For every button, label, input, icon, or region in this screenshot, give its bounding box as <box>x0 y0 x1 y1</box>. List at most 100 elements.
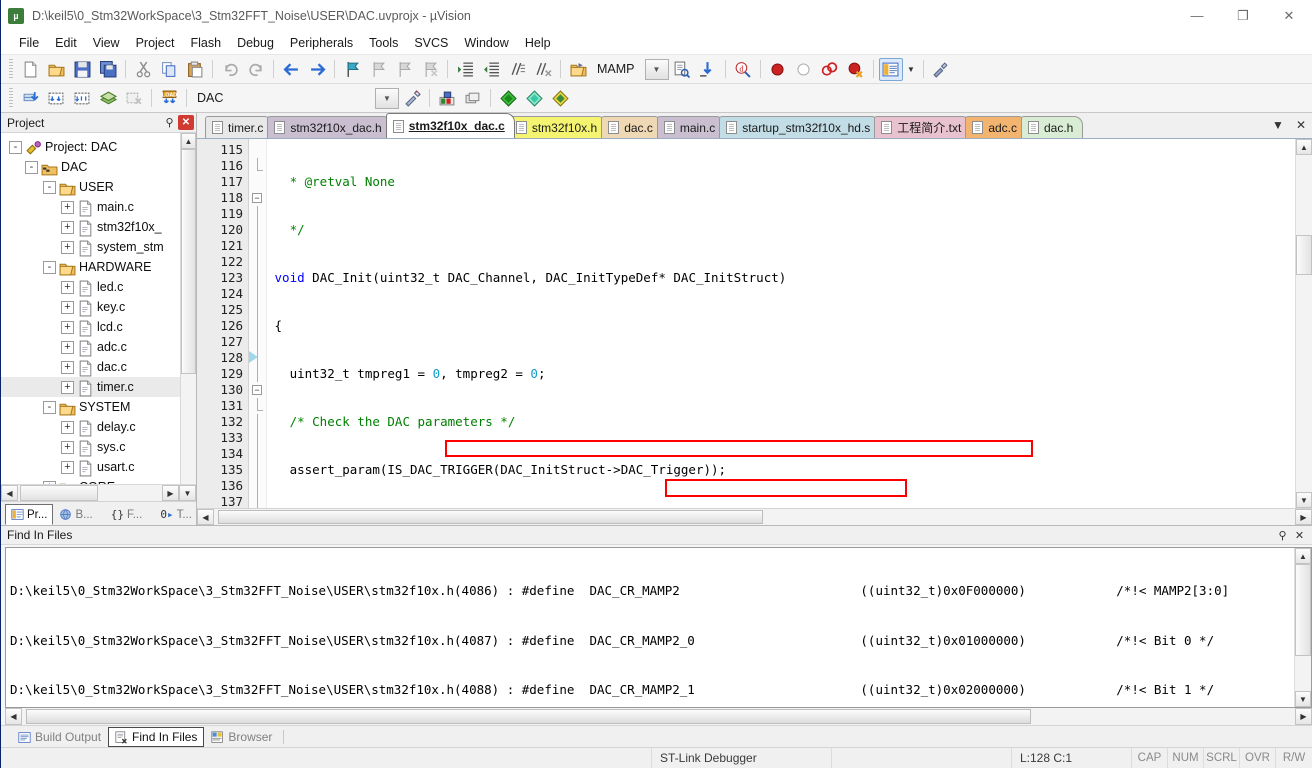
target-selector[interactable]: DAC <box>191 91 371 105</box>
scroll-left-arrow-icon[interactable]: ◀ <box>5 708 22 725</box>
bookmark-clear-icon[interactable] <box>418 58 442 81</box>
tree-node-file-sys-c[interactable]: + sys.c <box>1 437 180 457</box>
tree-node-file-main-c[interactable]: + main.c <box>1 197 180 217</box>
close-icon[interactable]: ✕ <box>1291 527 1308 544</box>
code-folding-gutter[interactable]: − − <box>249 139 267 508</box>
scroll-left-arrow-icon[interactable]: ◀ <box>1 485 18 501</box>
editor-tab-startup-stm32f10x-hd-s[interactable]: startup_stm32f10x_hd.s <box>719 116 881 138</box>
find-results-horizontal-scrollbar[interactable]: ◀ ▶ <box>5 708 1312 725</box>
menu-file[interactable]: File <box>11 33 47 53</box>
scroll-thumb[interactable] <box>20 485 98 501</box>
scroll-track[interactable] <box>1296 155 1312 492</box>
bookmark-prev-icon[interactable] <box>366 58 390 81</box>
breakpoint-clear-icon[interactable] <box>818 58 842 81</box>
project-pane-tab-books[interactable]: B... <box>53 504 98 525</box>
close-icon[interactable]: ✕ <box>178 115 194 130</box>
scroll-right-arrow-icon[interactable]: ▶ <box>162 485 179 501</box>
manage-project-items-icon[interactable] <box>400 87 424 110</box>
project-tree-vertical-scrollbar[interactable]: ▲ <box>180 133 196 484</box>
target-options-icon[interactable] <box>435 87 459 110</box>
expander-icon[interactable]: - <box>25 160 38 174</box>
tree-node-target-dac[interactable]: - DAC <box>1 157 180 177</box>
editor-tab-project-intro-txt[interactable]: 工程简介.txt <box>874 116 972 138</box>
scroll-right-arrow-icon[interactable]: ▶ <box>1295 509 1312 525</box>
find-result-row[interactable]: D:\keil5\0_Stm32WorkSpace\3_Stm32FFT_Noi… <box>10 633 1294 650</box>
menu-edit[interactable]: Edit <box>47 33 85 53</box>
tree-node-group-hardware[interactable]: - HARDWARE <box>1 257 180 277</box>
code-region[interactable]: 115 116 117 118 119 120 121 122 123 124 … <box>197 139 1312 508</box>
open-folder-icon[interactable] <box>566 58 590 81</box>
menu-flash[interactable]: Flash <box>182 33 229 53</box>
search-history-dropdown[interactable]: ▼ <box>644 58 669 80</box>
save-icon[interactable] <box>70 58 94 81</box>
green-diamond-icon[interactable] <box>496 87 520 110</box>
fold-row[interactable]: − <box>249 382 266 398</box>
bookmark-next-icon[interactable] <box>392 58 416 81</box>
minimize-button[interactable]: — <box>1174 0 1220 31</box>
expander-icon[interactable]: - <box>43 400 56 414</box>
save-all-icon[interactable] <box>96 58 120 81</box>
code-vertical-scrollbar[interactable]: ▲ ▼ <box>1295 139 1312 508</box>
expander-icon[interactable]: - <box>9 140 22 154</box>
expander-icon[interactable]: + <box>61 360 74 374</box>
paste-icon[interactable] <box>183 58 207 81</box>
tree-node-file-timer-c[interactable]: + timer.c <box>1 377 180 397</box>
expander-icon[interactable]: + <box>61 320 74 334</box>
breakpoint-kill-icon[interactable] <box>844 58 868 81</box>
scroll-up-arrow-icon[interactable]: ▲ <box>1296 139 1312 155</box>
find-result-row[interactable]: D:\keil5\0_Stm32WorkSpace\3_Stm32FFT_Noi… <box>10 583 1294 600</box>
fold-row[interactable]: − <box>249 190 266 206</box>
outdent-icon[interactable] <box>479 58 503 81</box>
tree-node-file-usart-c[interactable]: + usart.c <box>1 457 180 477</box>
editor-tab-timer-c[interactable]: timer.c <box>205 116 274 138</box>
batch-build-icon[interactable] <box>96 87 120 110</box>
pin-icon[interactable]: ⚲ <box>161 114 178 131</box>
tree-node-file-key-c[interactable]: + key.c <box>1 297 180 317</box>
toolbar-grip[interactable] <box>9 59 13 79</box>
code-text[interactable]: * @retval None */ void DAC_Init(uint32_t… <box>267 139 1295 508</box>
expander-icon[interactable]: + <box>61 340 74 354</box>
scroll-left-arrow-icon[interactable]: ◀ <box>197 509 214 525</box>
expander-icon[interactable]: + <box>61 440 74 454</box>
scroll-down-arrow-icon[interactable]: ▼ <box>1296 492 1312 508</box>
maximize-button[interactable]: ❐ <box>1220 0 1266 31</box>
expander-icon[interactable]: + <box>61 280 74 294</box>
expander-icon[interactable]: + <box>61 300 74 314</box>
expander-icon[interactable]: + <box>61 460 74 474</box>
breakpoint-disable-icon[interactable] <box>792 58 816 81</box>
copy-icon[interactable] <box>157 58 181 81</box>
expander-icon[interactable]: + <box>61 200 74 214</box>
expander-icon[interactable]: + <box>61 220 74 234</box>
download-icon[interactable]: LOAD <box>157 87 181 110</box>
navigate-forward-icon[interactable] <box>305 58 329 81</box>
scroll-thumb[interactable] <box>1295 564 1311 656</box>
close-icon[interactable]: ✕ <box>1296 118 1306 132</box>
toolbar-grip[interactable] <box>9 88 13 108</box>
scroll-up-arrow-icon[interactable]: ▲ <box>1295 548 1311 564</box>
stop-build-icon[interactable] <box>122 87 146 110</box>
cut-icon[interactable] <box>131 58 155 81</box>
project-pane-tab-templates[interactable]: 0▸ T... <box>154 504 198 525</box>
project-pane-tab-project[interactable]: Pr... <box>5 504 54 525</box>
project-tree[interactable]: - Project: DAC - DAC - USER + main.c + s… <box>1 133 180 484</box>
find-result-row[interactable]: D:\keil5\0_Stm32WorkSpace\3_Stm32FFT_Noi… <box>10 682 1294 699</box>
find-results-list[interactable]: D:\keil5\0_Stm32WorkSpace\3_Stm32FFT_Noi… <box>6 548 1294 707</box>
close-button[interactable]: ✕ <box>1266 0 1312 31</box>
scroll-thumb[interactable] <box>181 149 196 374</box>
menu-peripherals[interactable]: Peripherals <box>282 33 361 53</box>
menu-tools[interactable]: Tools <box>361 33 406 53</box>
manage-components-icon[interactable] <box>461 87 485 110</box>
editor-tab-stm32f10x-dac-h[interactable]: stm32f10x_dac.h <box>267 116 392 138</box>
scroll-up-arrow-icon[interactable]: ▲ <box>181 133 196 149</box>
project-tree-horizontal-scrollbar[interactable]: ◀ ▶ ▼ <box>1 484 196 501</box>
menu-project[interactable]: Project <box>128 33 183 53</box>
code-horizontal-scrollbar[interactable]: ◀ ▶ <box>197 508 1312 525</box>
expander-icon[interactable]: + <box>61 240 74 254</box>
tree-node-group-core[interactable]: + CORE <box>1 477 180 484</box>
output-tab-find-in-files[interactable]: Find In Files <box>108 727 205 747</box>
expander-icon[interactable]: + <box>43 480 56 484</box>
scroll-thumb[interactable] <box>1296 235 1312 275</box>
editor-tab-stm32f10x-h[interactable]: stm32f10x.h <box>508 116 608 138</box>
indent-icon[interactable] <box>453 58 477 81</box>
tree-node-file-stm32f10x[interactable]: + stm32f10x_ <box>1 217 180 237</box>
